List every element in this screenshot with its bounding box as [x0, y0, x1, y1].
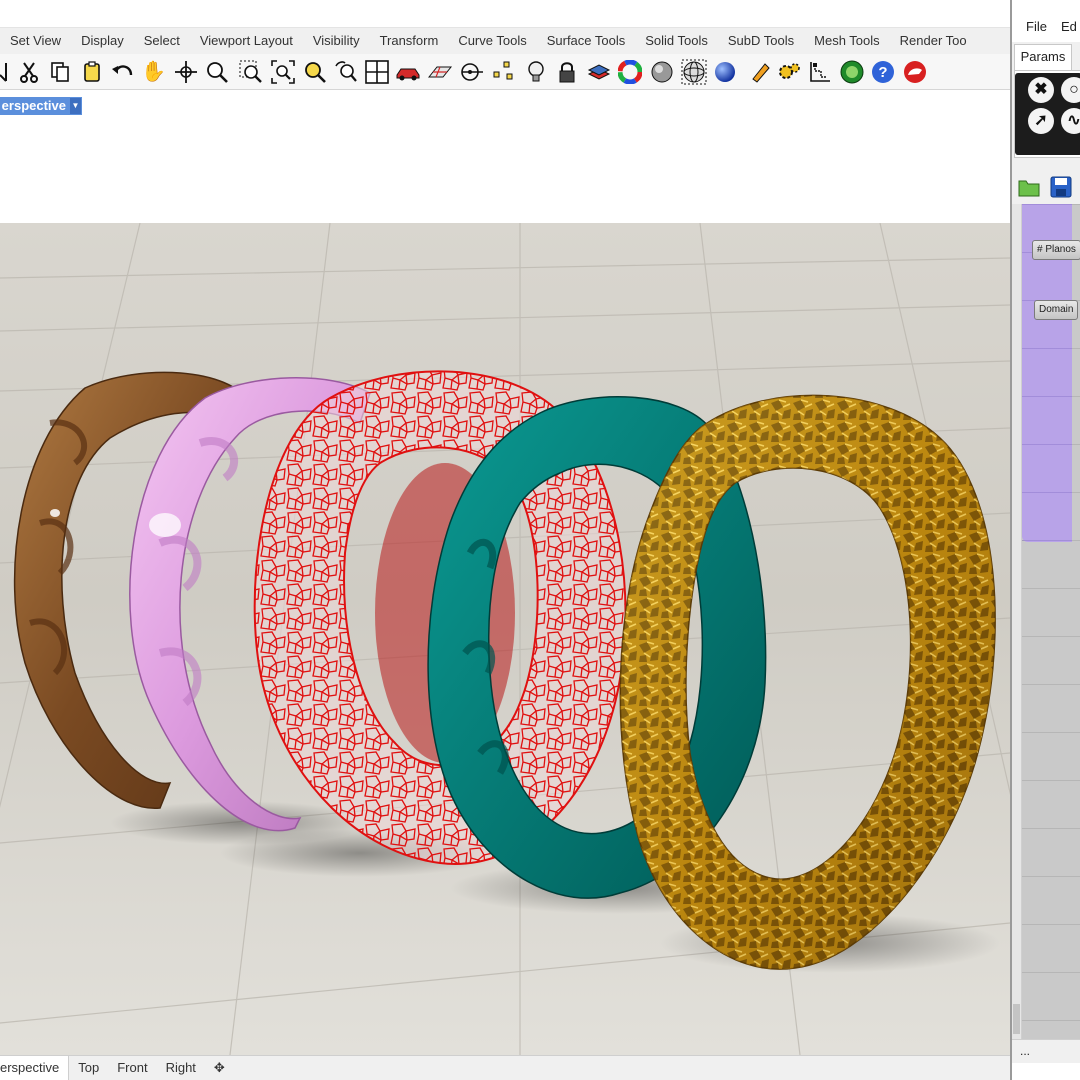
tab-transform[interactable]: Transform [370, 28, 449, 54]
gh-param-arrow-icon[interactable]: ➚ [1028, 108, 1054, 134]
osnap-icon[interactable] [458, 58, 485, 85]
standard-toolbar: ✋ ? [0, 54, 1010, 90]
copy-icon[interactable] [46, 58, 73, 85]
pencil-icon[interactable] [746, 58, 773, 85]
tab-right[interactable]: Right [157, 1056, 205, 1080]
four-viewports-icon[interactable] [363, 58, 390, 85]
dimension-icon[interactable] [806, 58, 833, 85]
gh-vertical-scrollbar[interactable] [1012, 204, 1022, 1039]
tab-render-tools[interactable]: Render Too [890, 28, 977, 54]
grasshopper-icon[interactable] [838, 58, 865, 85]
tab-set-view[interactable]: Set View [0, 28, 71, 54]
rhino-logo-icon[interactable] [901, 58, 928, 85]
viewport-scene [0, 223, 1010, 1055]
gh-canvas-toolbar [1014, 168, 1080, 204]
tab-top[interactable]: Top [69, 1056, 108, 1080]
gear-icon[interactable] [775, 58, 802, 85]
render-sphere-icon[interactable] [711, 58, 738, 85]
tab-surface-tools[interactable]: Surface Tools [537, 28, 636, 54]
gh-menu-edit[interactable]: Ed [1047, 19, 1077, 34]
open-folder-icon[interactable] [1016, 174, 1042, 200]
gh-bottom-edge [1012, 1063, 1080, 1080]
gh-menu-bar: File Ed [1012, 12, 1080, 42]
svg-text:?: ? [878, 64, 887, 81]
grasshopper-window: File Ed Params ✖ ○ ➚ ∿ # Planos Domain ..… [1010, 0, 1080, 1080]
gh-status-bar: ... [1012, 1039, 1080, 1063]
tab-mesh-tools[interactable]: Mesh Tools [804, 28, 890, 54]
pan-hand-icon[interactable]: ✋ [140, 58, 167, 85]
gh-component-panel: ✖ ○ ➚ ∿ [1015, 73, 1080, 155]
lock-icon[interactable] [553, 58, 580, 85]
undo-view-icon[interactable] [332, 58, 359, 85]
scrollbar-thumb[interactable] [1013, 1004, 1020, 1034]
tab-select[interactable]: Select [134, 28, 190, 54]
tab-viewport-layout[interactable]: Viewport Layout [190, 28, 303, 54]
chevron-down-icon[interactable]: ▼ [70, 98, 81, 114]
zoom-extents-icon[interactable] [269, 58, 296, 85]
add-viewport-tab-icon[interactable]: ✥ [205, 1056, 234, 1080]
rhino-window: Set View Display Select Viewport Layout Visi… [0, 0, 1010, 1080]
paste-icon[interactable] [78, 58, 105, 85]
zoom-selected-icon[interactable] [301, 58, 328, 85]
command-area [0, 91, 1010, 223]
layer-icon[interactable] [585, 58, 612, 85]
viewport-title-label: erspective [1, 98, 66, 113]
points-icon[interactable] [490, 58, 517, 85]
undo-icon[interactable] [109, 58, 136, 85]
gh-tab-strip: Params [1012, 42, 1080, 70]
tab-subd-tools[interactable]: SubD Tools [718, 28, 804, 54]
zoom-icon[interactable] [203, 58, 230, 85]
gh-component-planos[interactable]: # Planos [1032, 240, 1080, 260]
tab-solid-tools[interactable]: Solid Tools [635, 28, 718, 54]
gh-param-circle-icon[interactable]: ○ [1061, 77, 1080, 103]
help-icon[interactable]: ? [869, 58, 896, 85]
perspective-viewport[interactable] [0, 223, 1010, 1055]
cut-icon[interactable] [15, 58, 42, 85]
save-icon[interactable] [1048, 174, 1074, 200]
tab-display[interactable]: Display [71, 28, 134, 54]
command-history-strip [0, 0, 1010, 28]
cplane-icon[interactable] [426, 58, 453, 85]
named-views-icon[interactable] [394, 58, 421, 85]
viewport-tabs: erspective Top Front Right ✥ [0, 1055, 1010, 1080]
gh-param-curve-icon[interactable]: ∿ [1061, 108, 1080, 134]
tab-visibility[interactable]: Visibility [303, 28, 370, 54]
light-icon[interactable] [522, 58, 549, 85]
gh-component-domain[interactable]: Domain [1034, 300, 1079, 320]
tab-curve-tools[interactable]: Curve Tools [448, 28, 536, 54]
zoom-window-icon[interactable] [237, 58, 264, 85]
gh-canvas[interactable]: # Planos Domain [1022, 204, 1080, 1039]
gh-param-cross-icon[interactable]: ✖ [1028, 77, 1054, 103]
tab-params[interactable]: Params [1014, 44, 1072, 70]
wireframe-sphere-icon[interactable] [680, 58, 707, 85]
gh-menu-file[interactable]: File [1012, 19, 1047, 34]
tab-front[interactable]: Front [108, 1056, 156, 1080]
toolbar-tabs: Set View Display Select Viewport Layout Visi… [0, 28, 1010, 54]
shaded-sphere-icon[interactable] [648, 58, 675, 85]
rotate-view-icon[interactable] [172, 58, 199, 85]
gh-title-bar [1012, 0, 1080, 12]
tab-perspective[interactable]: erspective [0, 1056, 70, 1080]
viewport-title[interactable]: erspective ▼ [0, 97, 82, 115]
color-wheel-icon[interactable] [616, 58, 643, 85]
app-window: Set View Display Select Viewport Layout Visi… [0, 0, 1080, 1080]
